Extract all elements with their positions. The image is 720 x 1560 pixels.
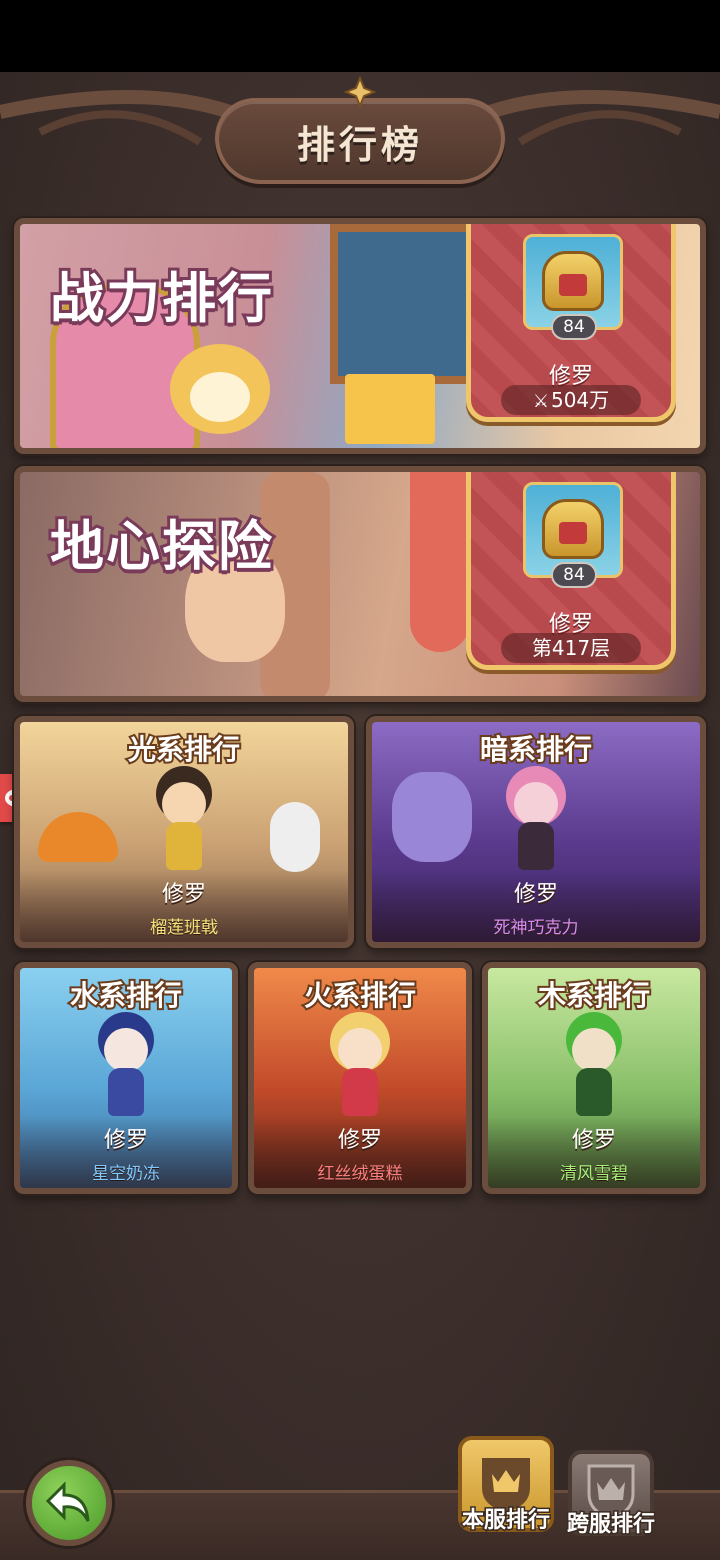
page-title: 排行榜	[296, 122, 423, 167]
shopping-bag	[345, 374, 435, 444]
light-rank-hero: 榴莲班戟	[150, 918, 218, 938]
dark-rank-card[interactable]: 暗系排行 修罗 死神巧克力	[366, 716, 706, 948]
depth-rank-card[interactable]: 地心探险 84 修罗 第417层	[14, 466, 706, 702]
fire-hero-figure	[320, 1020, 400, 1130]
level-badge: 84	[551, 314, 597, 340]
depth-rank-panel: 84 修罗 第417层	[466, 472, 676, 670]
fire-rank-card[interactable]: 火系排行 修罗 红丝绒蛋糕	[248, 962, 472, 1194]
power-rank-card[interactable]: 战力排行 84 修罗 ⚔ 504万	[14, 218, 706, 454]
wood-rank-hero: 清风雪碧	[560, 1164, 628, 1184]
wood-rank-player: 修罗	[571, 1128, 616, 1153]
back-button[interactable]	[26, 1460, 112, 1546]
dark-rank-player: 修罗	[513, 882, 558, 907]
depth-value: 第417层	[501, 633, 641, 663]
jelly-drip	[410, 472, 470, 652]
plates	[270, 802, 320, 872]
water-rank-card[interactable]: 水系排行 修罗 星空奶冻	[14, 962, 238, 1194]
window	[330, 224, 480, 384]
level-badge: 84	[551, 562, 597, 588]
crossed-swords-icon: ⚔	[532, 391, 549, 412]
wood-hero-figure	[554, 1020, 634, 1130]
fire-rank-title: 火系排行	[302, 977, 418, 1014]
fruit-bowl	[38, 812, 118, 862]
light-rank-player: 修罗	[161, 882, 206, 907]
depth-rank-title: 地心探险	[47, 512, 275, 581]
power-rank-title: 战力排行	[47, 264, 275, 333]
tab-cross-rank[interactable]: 跨服排行	[565, 1450, 657, 1539]
power-value: ⚔ 504万	[501, 385, 641, 415]
helmet-icon	[542, 499, 604, 559]
wood-rank-title: 木系排行	[536, 977, 652, 1014]
tab-local-rank[interactable]: 本服排行	[458, 1436, 554, 1535]
fire-rank-player: 修罗	[337, 1128, 382, 1153]
tab-local-rank-label: 本服排行	[460, 1507, 551, 1535]
water-rank-player: 修罗	[103, 1128, 148, 1153]
dark-hero-figure	[496, 774, 576, 884]
title-plaque: 排行榜	[215, 98, 505, 184]
tab-cross-rank-label: 跨服排行	[565, 1511, 656, 1539]
dark-rank-hero: 死神巧克力	[493, 918, 579, 938]
lion-face	[190, 372, 250, 422]
fire-rank-hero: 红丝绒蛋糕	[317, 1164, 403, 1184]
status-bar	[0, 0, 720, 72]
star-gem-icon	[344, 76, 376, 108]
power-rank-panel: 84 修罗 ⚔ 504万	[466, 224, 676, 422]
water-rank-title: 水系排行	[68, 977, 184, 1014]
water-rank-hero: 星空奶冻	[92, 1164, 160, 1184]
helmet-icon	[542, 251, 604, 311]
power-value-text: 504万	[550, 388, 610, 412]
water-hero-figure	[86, 1020, 166, 1130]
cat-plush	[392, 772, 472, 862]
light-hero-figure	[144, 774, 224, 884]
wood-rank-card[interactable]: 木系排行 修罗 清风雪碧	[482, 962, 706, 1194]
back-arrow-icon	[45, 1481, 90, 1522]
light-rank-card[interactable]: 光系排行 修罗 榴莲班戟	[14, 716, 354, 948]
light-rank-title: 光系排行	[126, 731, 242, 768]
dark-rank-title: 暗系排行	[478, 731, 594, 768]
